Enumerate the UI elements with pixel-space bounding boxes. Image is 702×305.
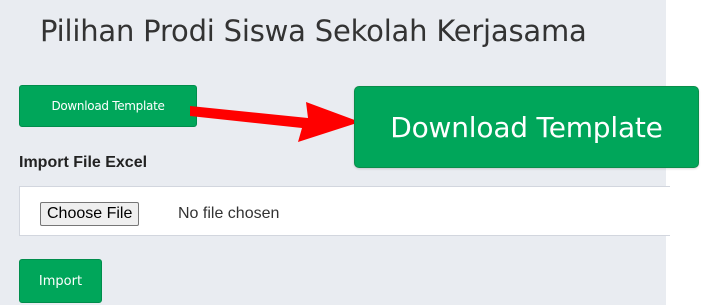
no-file-chosen-text: No file chosen [178, 205, 280, 222]
import-button[interactable]: Import [19, 259, 102, 303]
import-file-label: Import File Excel [19, 154, 148, 171]
choose-file-button[interactable]: Choose File [40, 202, 140, 226]
download-template-button[interactable]: Download Template [19, 85, 197, 127]
download-template-callout: Download Template [354, 86, 699, 168]
page-title: Pilihan Prodi Siswa Sekolah Kerjasama [40, 14, 587, 48]
red-arrow-icon [190, 102, 360, 142]
file-input[interactable]: Choose File No file chosen [19, 186, 670, 236]
